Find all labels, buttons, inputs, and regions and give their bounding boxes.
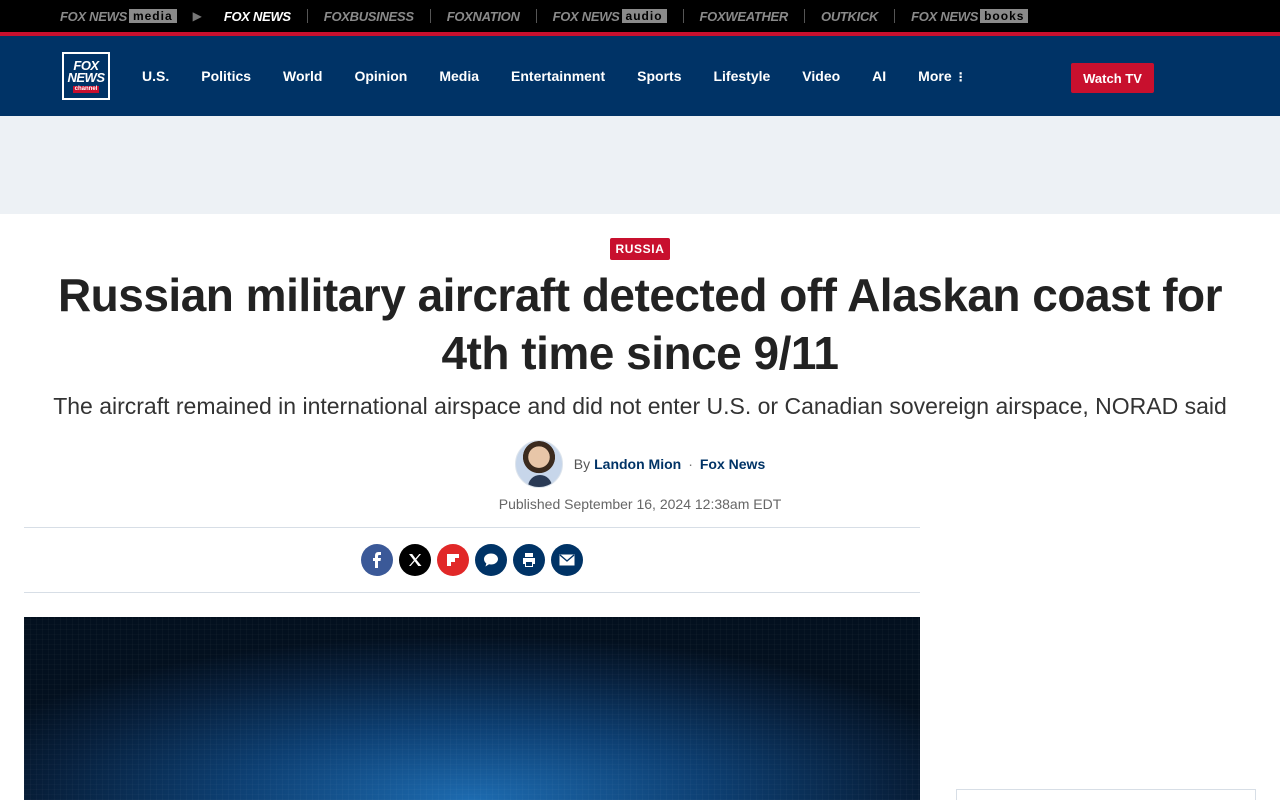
main-nav: FOX NEWS channel U.S. Politics World Opi… xyxy=(0,36,1280,116)
byline: By Landon Mion · Fox News xyxy=(0,440,1280,488)
article-hero-image[interactable] xyxy=(24,617,920,800)
published-date: Published September 16, 2024 12:38am EDT xyxy=(498,496,782,512)
share-bar xyxy=(361,544,583,576)
byline-separator: · xyxy=(688,456,693,472)
play-arrow-icon: ▶ xyxy=(192,9,202,23)
facebook-share-button[interactable] xyxy=(361,544,393,576)
brand-fox-business[interactable]: FOX BUSINESS xyxy=(308,0,430,32)
flipboard-share-button[interactable] xyxy=(437,544,469,576)
author-avatar[interactable] xyxy=(514,440,563,488)
logo-line-3: channel xyxy=(72,85,100,93)
brand-fox-news-books[interactable]: FOX NEWS books xyxy=(895,0,1044,32)
brand-suffix: audio xyxy=(621,9,667,23)
brand-fox-news-audio[interactable]: FOX NEWS audio xyxy=(537,0,683,32)
x-share-button[interactable] xyxy=(399,544,431,576)
brand-suffix: BUSINESS xyxy=(349,8,414,24)
nav-item-more[interactable]: More ⋮ xyxy=(902,68,982,84)
comment-icon xyxy=(484,553,498,567)
nav-item-sports[interactable]: Sports xyxy=(621,68,697,84)
print-icon xyxy=(523,553,535,567)
divider xyxy=(24,527,920,528)
brand-name: FOX xyxy=(699,8,726,24)
facebook-icon xyxy=(373,552,381,568)
fox-news-logo[interactable]: FOX NEWS channel xyxy=(62,52,110,100)
brand-name: FOX xyxy=(323,8,350,24)
flipboard-icon xyxy=(447,554,459,566)
brand-fox-news-media[interactable]: FOX NEWS media xyxy=(60,0,193,32)
article-category: RUSSIA xyxy=(0,238,1280,260)
nav-item-opinion[interactable]: Opinion xyxy=(338,68,423,84)
x-icon xyxy=(409,554,422,566)
email-icon xyxy=(559,554,575,566)
nav-item-lifestyle[interactable]: Lifestyle xyxy=(697,68,786,84)
brand-list: FOX NEWS media ▶ FOX NEWS FOX BUSINESS F… xyxy=(60,0,1044,32)
brand-fox-nation[interactable]: FOX NATION xyxy=(431,0,536,32)
brand-suffix: WEATHER xyxy=(725,8,789,24)
brand-suffix: media xyxy=(128,9,177,23)
brand-name: OUTKICK xyxy=(821,8,879,24)
outlet-link[interactable]: Fox News xyxy=(700,456,765,472)
nav-more-label: More xyxy=(918,68,952,84)
brand-name: FOX NEWS xyxy=(60,8,127,24)
nav-item-video[interactable]: Video xyxy=(786,68,856,84)
brand-outkick[interactable]: OUTKICK xyxy=(805,0,894,32)
comment-button[interactable] xyxy=(475,544,507,576)
divider xyxy=(24,592,920,593)
logo-line-2: NEWS xyxy=(67,69,106,85)
nav-item-world[interactable]: World xyxy=(267,68,338,84)
brand-bar: FOX NEWS media ▶ FOX NEWS FOX BUSINESS F… xyxy=(0,0,1280,36)
by-label: By xyxy=(573,456,591,472)
nav-items: U.S. Politics World Opinion Media Entert… xyxy=(126,36,983,116)
nav-item-us[interactable]: U.S. xyxy=(126,68,185,84)
author-link[interactable]: Landon Mion xyxy=(594,456,681,472)
ad-banner xyxy=(0,116,1280,214)
nav-item-media[interactable]: Media xyxy=(423,68,495,84)
print-button[interactable] xyxy=(513,544,545,576)
brand-name: FOX NEWS xyxy=(223,8,291,24)
article-headline: Russian military aircraft detected off A… xyxy=(57,269,1223,379)
brand-fox-news[interactable]: FOX NEWS xyxy=(208,0,307,32)
brand-name: FOX NEWS xyxy=(911,8,979,24)
brand-suffix: books xyxy=(980,9,1029,23)
email-share-button[interactable] xyxy=(551,544,583,576)
nav-item-politics[interactable]: Politics xyxy=(185,68,267,84)
brand-suffix: NATION xyxy=(472,8,520,24)
nav-item-ai[interactable]: AI xyxy=(856,68,902,84)
brand-fox-weather[interactable]: FOX WEATHER xyxy=(684,0,804,32)
brand-name: FOX xyxy=(446,8,473,24)
more-dots-icon: ⋮ xyxy=(954,70,967,84)
category-badge[interactable]: RUSSIA xyxy=(609,238,671,260)
nav-item-entertainment[interactable]: Entertainment xyxy=(495,68,621,84)
right-rail-card xyxy=(956,789,1256,800)
brand-name: FOX NEWS xyxy=(552,8,620,24)
article-subheadline: The aircraft remained in international a… xyxy=(53,393,1227,419)
watch-tv-button[interactable]: Watch TV xyxy=(1071,63,1154,93)
